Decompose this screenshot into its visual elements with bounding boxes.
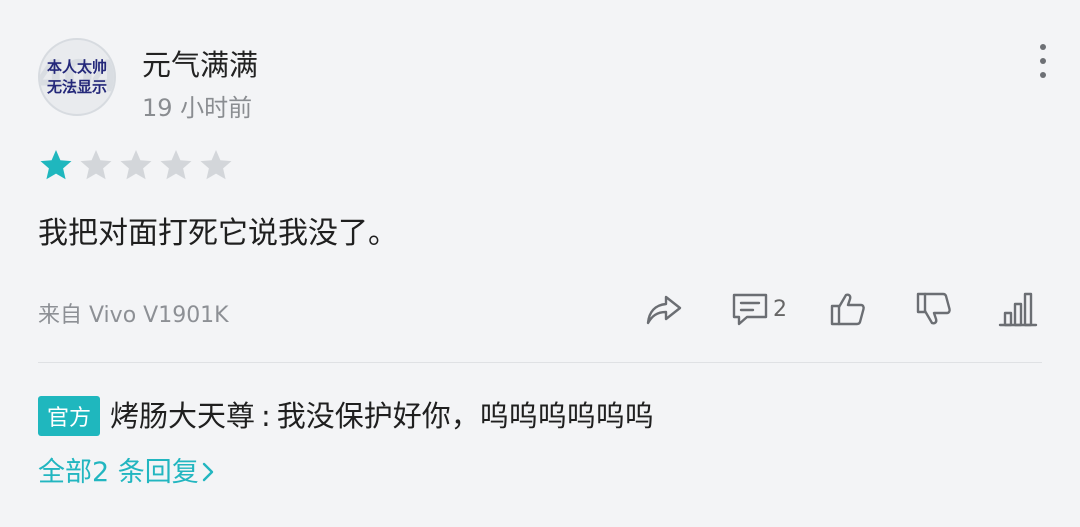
all-replies-label: 全部2 条回复: [38, 457, 199, 488]
reply-author[interactable]: 烤肠大天尊: [110, 399, 255, 433]
official-reply: 烤肠大天尊: 我没保护好你，呜呜呜呜呜呜: [110, 396, 654, 436]
review-text: 我把对面打死它说我没了。: [38, 216, 398, 251]
avatar-line-1: 本人太帅: [46, 58, 107, 76]
like-button[interactable]: [828, 287, 868, 331]
comment-button[interactable]: 2: [730, 287, 787, 331]
star-empty-icon: [160, 150, 192, 180]
comment-icon: [732, 293, 768, 326]
share-button[interactable]: [644, 287, 684, 331]
star-empty-icon: [200, 150, 232, 180]
star-empty-icon: [80, 150, 112, 180]
avatar-line-2: 无法显示: [46, 78, 107, 96]
comment-count: 2: [773, 296, 787, 322]
thumbs-down-icon: [916, 292, 951, 325]
avatar[interactable]: 404 本人太帅 无法显示: [38, 38, 116, 116]
official-badge: 官方: [38, 396, 100, 436]
review-card: 404 本人太帅 无法显示 元气满满 19 小时前 我把对面打死它说我没了。 来…: [0, 0, 1080, 527]
reply-separator: :: [261, 399, 271, 433]
star-rating: [39, 148, 233, 184]
username[interactable]: 元气满满: [142, 42, 258, 84]
divider: [38, 362, 1042, 363]
thumbs-up-icon: [830, 293, 865, 326]
reply-text: 我没保护好你，呜呜呜呜呜呜: [276, 399, 654, 433]
stats-icon: [998, 292, 1038, 327]
share-icon: [646, 295, 682, 325]
more-vertical-icon[interactable]: [1030, 44, 1056, 78]
star-empty-icon: [120, 150, 152, 180]
stats-button[interactable]: [998, 287, 1038, 331]
post-time: 19 小时前: [142, 94, 253, 122]
star-filled-icon: [40, 150, 72, 180]
device-source: 来自 Vivo V1901K: [38, 303, 229, 328]
all-replies-link[interactable]: 全部2 条回复: [38, 450, 215, 489]
dislike-button[interactable]: [914, 287, 954, 331]
chevron-right-icon: [202, 462, 213, 482]
